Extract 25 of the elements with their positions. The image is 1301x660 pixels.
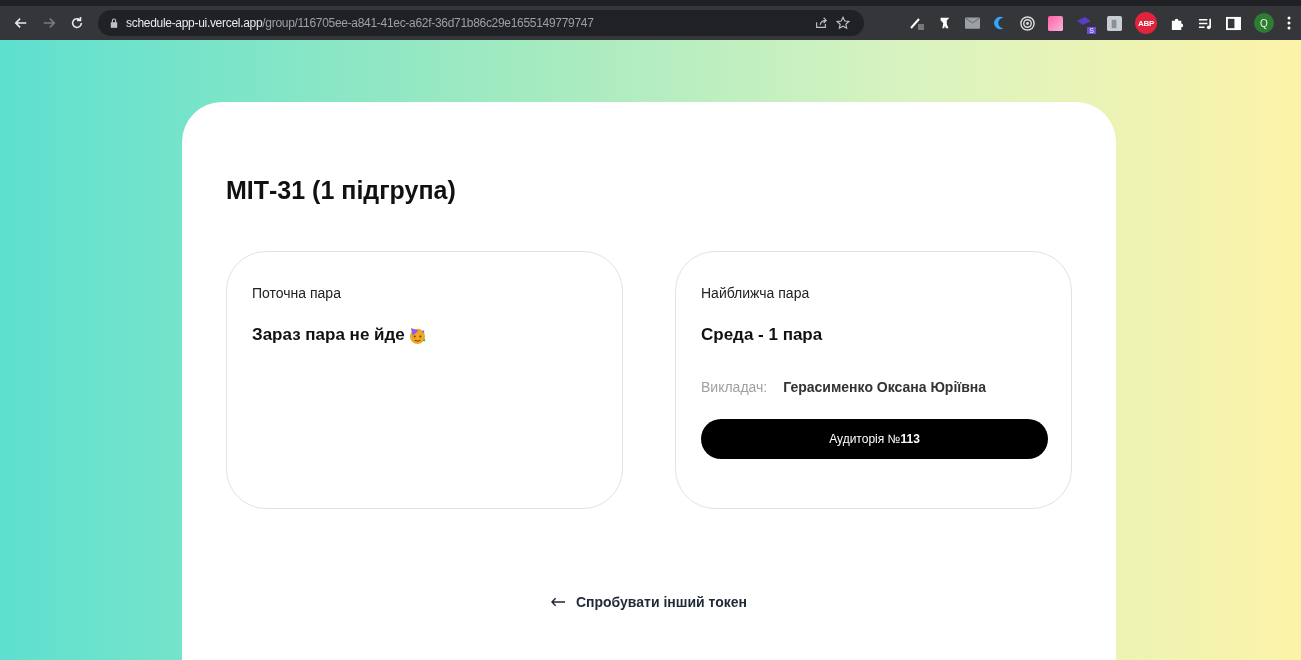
profile-avatar[interactable]: Q bbox=[1254, 13, 1274, 33]
adblock-icon[interactable]: ABP bbox=[1135, 12, 1157, 34]
lesson-heading: Зараз пара не йде bbox=[252, 325, 405, 345]
group-title: МІТ-31 (1 підгрупа) bbox=[226, 175, 457, 205]
side-panel-icon[interactable] bbox=[1226, 15, 1241, 31]
back-icon[interactable] bbox=[14, 16, 28, 30]
lesson-heading: Среда - 1 пара bbox=[701, 325, 823, 345]
page-icon[interactable] bbox=[1107, 15, 1122, 31]
gradient-square-icon[interactable] bbox=[1048, 15, 1063, 31]
star-icon[interactable] bbox=[836, 16, 850, 30]
lock-icon bbox=[110, 18, 118, 28]
address-bar[interactable]: schedule-app-ui.vercel.app/group/116705ee-a841-41ec-a62f-36d71b86c29e1655149779747 bbox=[98, 10, 864, 36]
forward-icon[interactable] bbox=[42, 16, 56, 30]
target-icon[interactable] bbox=[1020, 15, 1035, 31]
arrow-left-icon bbox=[550, 597, 566, 607]
share-icon[interactable] bbox=[814, 16, 828, 30]
reload-icon[interactable] bbox=[70, 16, 84, 30]
menu-icon[interactable] bbox=[1287, 16, 1291, 30]
card-label: Найближча пара bbox=[701, 285, 811, 301]
card-label: Поточна пара bbox=[252, 285, 342, 301]
try-another-token-link[interactable]: Спробувати інший токен bbox=[550, 594, 748, 610]
room-button[interactable]: Аудиторія №113 bbox=[701, 419, 1048, 459]
teacher-name: Герасименко Оксана Юріївна bbox=[783, 379, 987, 395]
teacher-label: Викладач: bbox=[701, 379, 768, 395]
figure-icon[interactable] bbox=[938, 15, 952, 31]
